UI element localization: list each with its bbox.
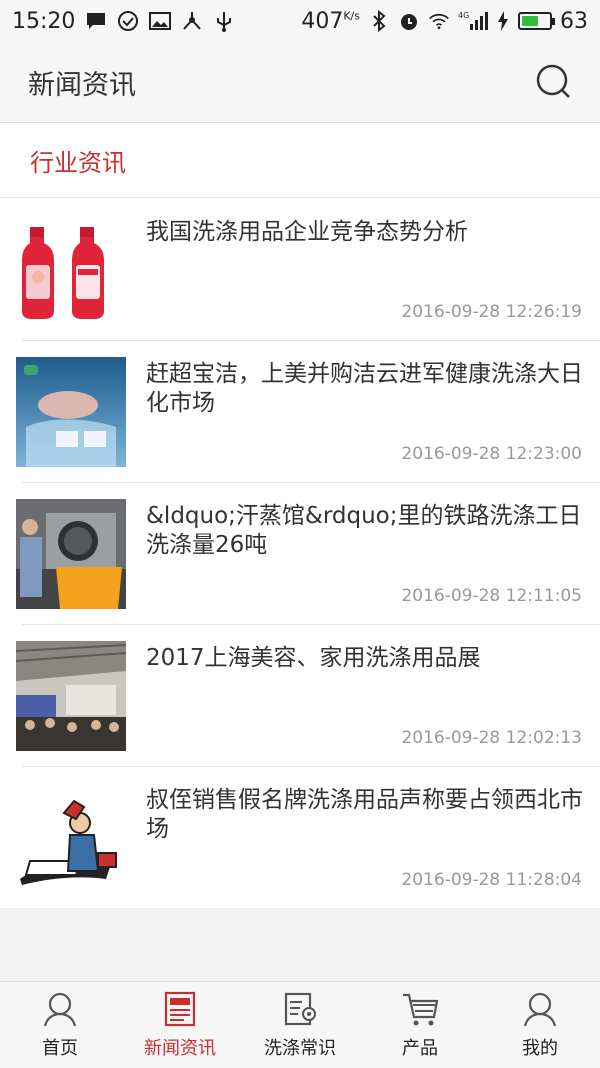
- battery-icon: [518, 12, 555, 30]
- search-icon: [536, 64, 570, 98]
- news-date: 2016-09-28 12:11:05: [401, 586, 582, 606]
- news-title: 赶超宝洁，上美并购洁云进军健康洗涤大日化市场: [146, 361, 583, 416]
- news-icon: [164, 991, 196, 1027]
- tab-products[interactable]: 产品: [360, 982, 480, 1068]
- message-icon: [85, 10, 107, 32]
- news-thumbnail: [16, 783, 126, 893]
- page-title: 新闻资讯: [28, 69, 136, 101]
- news-thumbnail: [16, 641, 126, 751]
- news-item[interactable]: 2017上海美容、家用洗涤用品展 2016-09-28 12:02:13: [0, 624, 600, 766]
- user-icon: [523, 992, 557, 1027]
- news-date: 2016-09-28 12:02:13: [401, 728, 582, 748]
- check-circle-icon: [117, 10, 139, 32]
- news-date: 2016-09-28 12:26:19: [401, 302, 582, 322]
- tab-profile[interactable]: 我的: [480, 982, 600, 1068]
- home-icon: [43, 992, 77, 1027]
- tab-label: 洗涤常识: [264, 1038, 336, 1059]
- share-icon: [181, 10, 203, 32]
- news-title: 叔侄销售假名牌洗涤用品声称要占领西北市场: [146, 787, 583, 842]
- status-bar: 15:20 407K/s 4G 63: [0, 0, 600, 42]
- news-date: 2016-09-28 12:23:00: [401, 444, 582, 464]
- tab-label: 新闻资讯: [144, 1038, 216, 1059]
- news-list: 我国洗涤用品企业竞争态势分析 2016-09-28 12:26:19 赶超宝洁，…: [0, 198, 600, 908]
- tab-label: 首页: [42, 1038, 78, 1059]
- tab-knowledge[interactable]: 洗涤常识: [240, 982, 360, 1068]
- news-item[interactable]: 赶超宝洁，上美并购洁云进军健康洗涤大日化市场 2016-09-28 12:23:…: [0, 340, 600, 482]
- wifi-icon: [428, 10, 450, 32]
- tab-home[interactable]: 首页: [0, 982, 120, 1068]
- bluetooth-icon: [368, 10, 390, 32]
- svg-text:4G: 4G: [458, 11, 469, 20]
- tab-label: 我的: [522, 1038, 558, 1059]
- news-item[interactable]: 叔侄销售假名牌洗涤用品声称要占领西北市场 2016-09-28 11:28:04: [0, 766, 600, 908]
- news-thumbnail: [16, 215, 126, 325]
- app-header: 新闻资讯: [0, 42, 600, 123]
- news-title: 2017上海美容、家用洗涤用品展: [146, 645, 481, 671]
- news-item[interactable]: &ldquo;汗蒸馆&rdquo;里的铁路洗涤工日洗涤量26吨 2016-09-…: [0, 482, 600, 624]
- section-title: 行业资讯: [30, 148, 126, 177]
- alarm-icon: [398, 10, 420, 32]
- cart-icon: [403, 993, 439, 1026]
- section-header: 行业资讯: [0, 123, 600, 198]
- tab-label: 产品: [402, 1038, 438, 1059]
- news-item[interactable]: 我国洗涤用品企业竞争态势分析 2016-09-28 12:26:19: [0, 198, 600, 340]
- news-date: 2016-09-28 11:28:04: [401, 870, 582, 890]
- image-icon: [149, 10, 172, 32]
- net-speed: 407K/s: [301, 8, 360, 34]
- news-title: 我国洗涤用品企业竞争态势分析: [146, 219, 468, 245]
- tab-news[interactable]: 新闻资讯: [120, 982, 240, 1068]
- battery-percent: 63: [560, 8, 588, 34]
- charging-icon: [496, 10, 510, 32]
- knowledge-icon: [284, 992, 316, 1026]
- search-button[interactable]: [534, 62, 574, 102]
- usb-icon: [213, 10, 235, 32]
- cellular-signal-icon: 4G: [458, 10, 488, 32]
- status-time: 15:20: [12, 8, 76, 34]
- news-thumbnail: [16, 499, 126, 609]
- news-title: &ldquo;汗蒸馆&rdquo;里的铁路洗涤工日洗涤量26吨: [146, 503, 582, 558]
- bottom-nav: 首页 新闻资讯 洗涤常识 产品 我的: [0, 981, 600, 1068]
- news-thumbnail: [16, 357, 126, 467]
